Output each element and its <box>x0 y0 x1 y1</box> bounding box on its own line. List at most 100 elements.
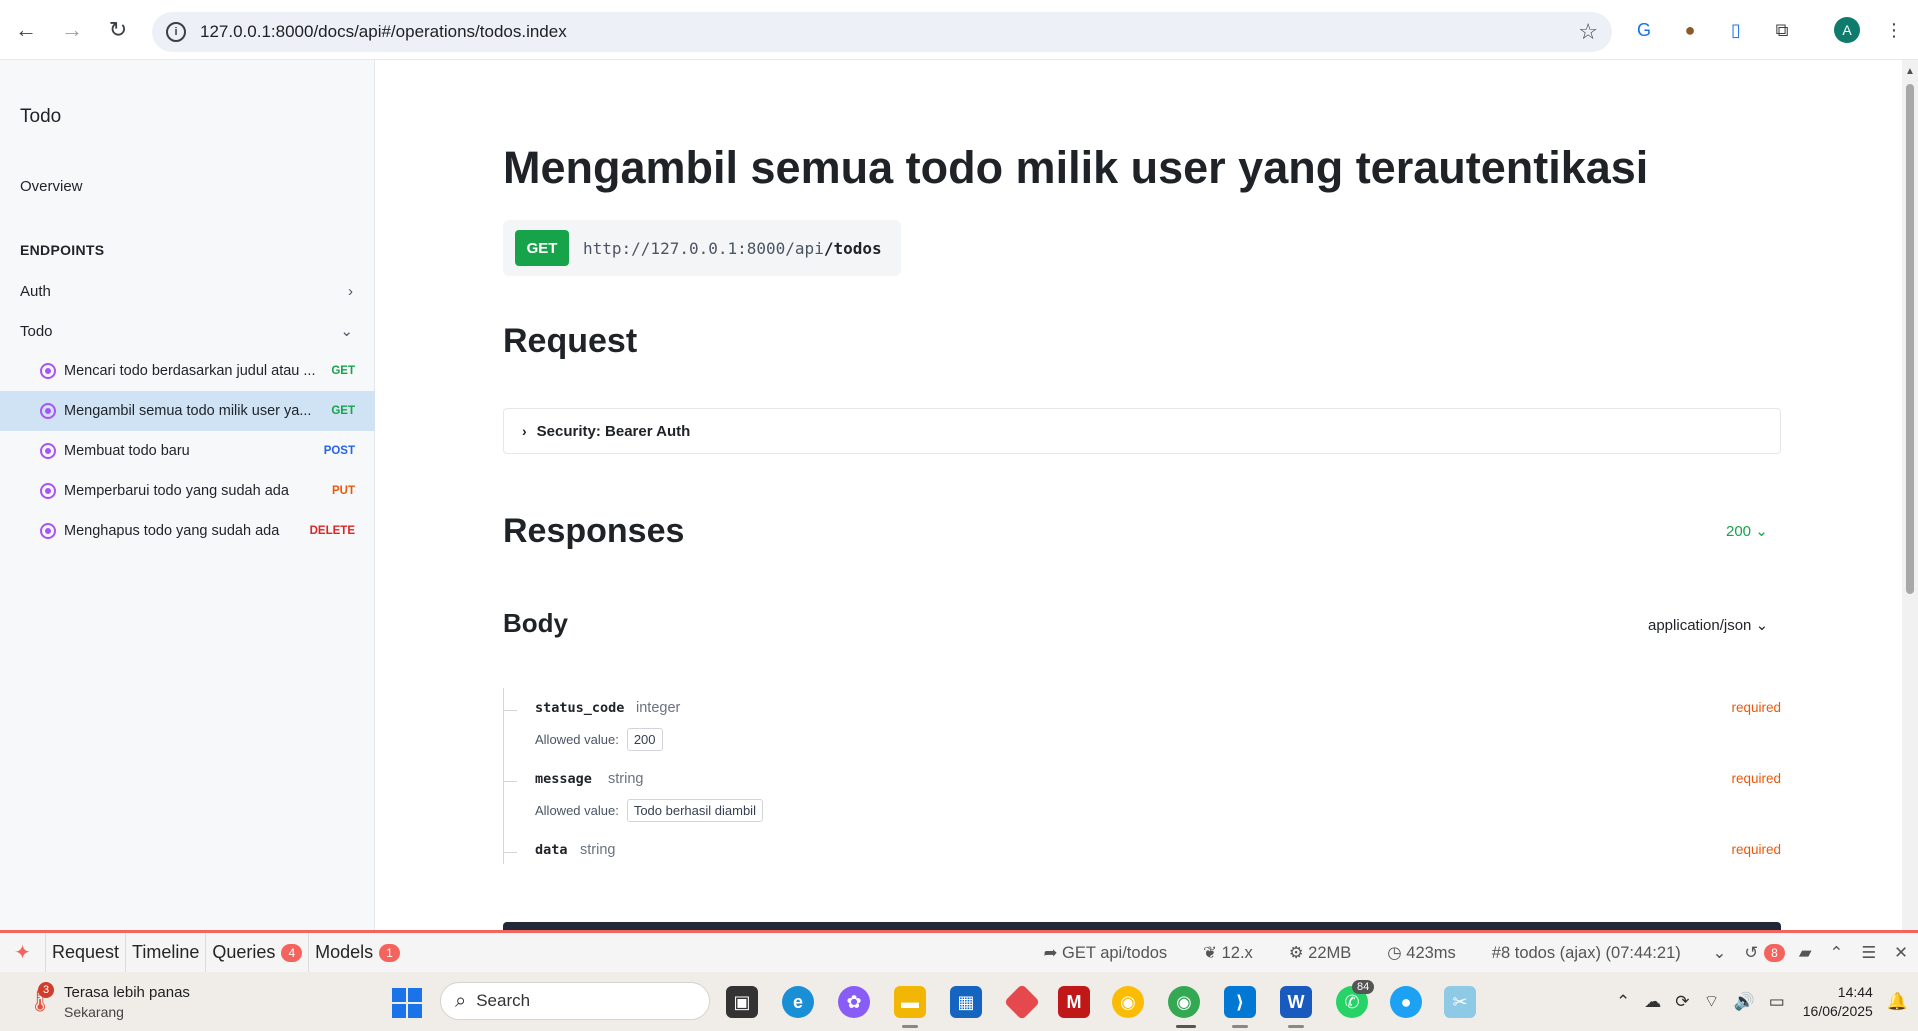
app-title: Todo <box>20 106 62 127</box>
vscode-icon[interactable]: ⟩ <box>1224 986 1256 1018</box>
endpoint-target-icon <box>40 403 56 419</box>
endpoint-target-icon <box>40 483 56 499</box>
field-name: status_code <box>535 700 625 716</box>
body-heading: Body <box>503 608 568 638</box>
method-badge: GET <box>331 405 355 417</box>
sidebar-endpoint-item[interactable]: Membuat todo baru POST <box>0 431 375 471</box>
scroll-up-icon[interactable]: ▲ <box>1905 66 1915 77</box>
content-type-select[interactable]: application/json ⌄ <box>1648 616 1768 634</box>
method-badge: GET <box>331 365 355 377</box>
battery-icon[interactable]: ▭ <box>1769 992 1785 1012</box>
task-view-icon[interactable]: ▣ <box>726 986 758 1018</box>
notification-bell-icon[interactable]: 🔔 <box>1887 992 1908 1012</box>
version-indicator: ❦ 12.x <box>1203 943 1253 962</box>
chrome-icon[interactable]: ◉ <box>1112 986 1144 1018</box>
cookie-extension-icon[interactable]: ● <box>1674 14 1706 46</box>
request-select[interactable]: #8 todos (ajax) (07:44:21) ⌄ <box>1492 943 1727 963</box>
sidebar-endpoint-item[interactable]: Memperbarui todo yang sudah ada PUT <box>0 471 375 511</box>
field-type: string <box>580 842 616 858</box>
sidebar-overview-link[interactable]: Overview <box>20 178 83 195</box>
tree-tick <box>503 852 517 853</box>
app-icon[interactable]: ● <box>1390 986 1422 1018</box>
field-type: integer <box>636 700 681 716</box>
history-count-badge: 8 <box>1764 943 1785 962</box>
request-heading: Request <box>503 322 638 360</box>
translate-extension-icon[interactable]: G <box>1628 14 1660 46</box>
volume-icon[interactable]: 🔊 <box>1734 992 1755 1012</box>
extensions-puzzle-icon[interactable]: ⧉ <box>1766 14 1798 46</box>
scrollbar-thumb[interactable] <box>1906 84 1914 594</box>
ms-store-icon[interactable]: ▦ <box>950 986 982 1018</box>
security-accordion[interactable]: › Security: Bearer Auth <box>503 408 1781 454</box>
reload-button[interactable]: ↻ <box>98 10 138 50</box>
open-folder-icon[interactable]: ▰ <box>1799 943 1812 963</box>
settings-sliders-icon[interactable]: ☰ <box>1861 943 1876 963</box>
endpoint-label: Membuat todo baru <box>64 443 190 459</box>
status-code-select[interactable]: 200 ⌄ <box>1726 522 1768 540</box>
mcafee-icon[interactable]: M <box>1058 986 1090 1018</box>
docs-sidebar: Todo Overview ENDPOINTS Auth › Todo ⌄ Me… <box>0 60 375 930</box>
bookmark-star-icon[interactable]: ☆ <box>1578 19 1598 45</box>
chevron-down-icon: ⌄ <box>1755 617 1769 634</box>
back-button[interactable]: ← <box>6 10 46 50</box>
system-clock[interactable]: 14:44 16/06/2025 <box>1803 983 1873 1021</box>
allowed-value-chip: 200 <box>626 728 663 751</box>
chevron-down-icon: ⌄ <box>340 323 353 340</box>
file-explorer-icon[interactable]: ▬ <box>894 986 926 1018</box>
debugbar-tab-timeline[interactable]: Timeline <box>126 933 207 972</box>
tray-overflow-icon[interactable]: ⌃ <box>1616 992 1630 1012</box>
laravel-debugbar: ✦ Request Timeline Queries 4 Models 1 ➦ GE… <box>0 930 1918 972</box>
copilot-icon[interactable]: ✿ <box>838 986 870 1018</box>
sidebar-endpoint-item[interactable]: Mencari todo berdasarkan judul atau ... … <box>0 351 375 391</box>
route-indicator[interactable]: ➦ GET api/todos <box>1044 943 1186 963</box>
url-text[interactable]: 127.0.0.1:8000/docs/api#/operations/todo… <box>200 22 567 42</box>
snipping-tool-icon[interactable]: ✂ <box>1444 986 1476 1018</box>
clipboard-extension-icon[interactable]: ▯ <box>1720 14 1752 46</box>
laravel-logo-icon[interactable]: ✦ <box>0 933 46 972</box>
docs-main-content: Mengambil semua todo milik user yang ter… <box>376 60 1902 930</box>
debugbar-tab-request[interactable]: Request <box>46 933 127 972</box>
endpoint-target-icon <box>40 443 56 459</box>
minimize-icon[interactable]: ⌃ <box>1830 943 1844 963</box>
page-title: Mengambil semua todo milik user yang ter… <box>503 142 1649 193</box>
method-badge: PUT <box>332 485 355 497</box>
debugbar-tab-queries[interactable]: Queries 4 <box>206 933 310 972</box>
close-icon[interactable]: ✕ <box>1894 943 1908 963</box>
sync-icon[interactable]: ⟳ <box>1675 992 1689 1012</box>
system-tray: ⌃ ☁ ⟳ ⌔ 🔊 ▭ 14:44 16/06/2025 🔔 <box>1602 972 1908 1031</box>
weather-subtitle: Sekarang <box>64 1004 124 1020</box>
sidebar-endpoint-item-active[interactable]: Mengambil semua todo milik user ya... GE… <box>0 391 375 431</box>
site-info-icon[interactable]: i <box>166 22 186 42</box>
duration-indicator: ◷ 423ms <box>1387 943 1456 962</box>
browser-toolbar: ← → ↻ i 127.0.0.1:8000/docs/api#/operati… <box>0 0 1918 60</box>
sidebar-group-label: Auth <box>20 282 51 300</box>
count-badge: 1 <box>379 943 400 962</box>
endpoint-url-box[interactable]: GET http://127.0.0.1:8000/api/todos <box>503 220 901 276</box>
profile-avatar[interactable]: A <box>1834 17 1860 43</box>
search-icon: ⌕ <box>455 989 467 1012</box>
history-icon[interactable]: ↺ <box>1744 943 1758 963</box>
sidebar-group-auth[interactable]: Auth › <box>0 273 375 309</box>
chrome-profile-icon[interactable]: ◉ <box>1168 986 1200 1018</box>
debugbar-tab-models[interactable]: Models 1 <box>309 933 406 972</box>
git-icon[interactable] <box>1003 983 1041 1021</box>
taskbar-search[interactable]: ⌕ Search <box>440 982 710 1020</box>
sidebar-endpoint-item[interactable]: Menghapus todo yang sudah ada DELETE <box>0 511 375 551</box>
edge-icon[interactable]: e <box>782 986 814 1018</box>
forward-button[interactable]: → <box>52 10 92 50</box>
wifi-icon[interactable]: ⌔ <box>1704 991 1720 1012</box>
sidebar-group-todo[interactable]: Todo ⌄ <box>0 313 375 349</box>
onedrive-icon[interactable]: ☁ <box>1644 992 1661 1012</box>
address-bar[interactable]: i 127.0.0.1:8000/docs/api#/operations/to… <box>152 12 1612 52</box>
endpoint-label: Memperbarui todo yang sudah ada <box>64 483 289 499</box>
word-icon[interactable]: W <box>1280 986 1312 1018</box>
endpoint-target-icon <box>40 523 56 539</box>
page-scrollbar[interactable]: ▲ <box>1902 60 1918 930</box>
tree-tick <box>503 781 517 782</box>
responses-heading: Responses <box>503 512 685 550</box>
memory-indicator: ⚙ 22MB <box>1288 943 1352 962</box>
tree-tick <box>503 710 517 711</box>
debugbar-indicators: ➦ GET api/todos ❦ 12.x ⚙ 22MB ◷ 423ms #8… <box>1044 933 1918 972</box>
windows-start-icon[interactable] <box>392 988 422 1018</box>
browser-menu-icon[interactable]: ⋮ <box>1878 14 1910 46</box>
